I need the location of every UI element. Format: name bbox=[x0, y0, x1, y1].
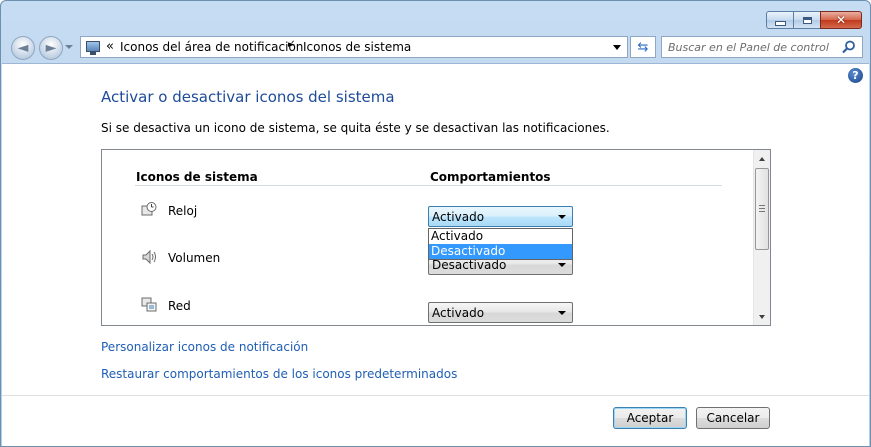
maximize-icon bbox=[802, 16, 812, 24]
chevron-down-icon bbox=[558, 263, 566, 267]
footer-divider bbox=[2, 395, 869, 396]
header-divider bbox=[135, 185, 722, 186]
grip-icon bbox=[759, 205, 765, 212]
restore-default-behaviors-link[interactable]: Restaurar comportamientos de los iconos … bbox=[101, 367, 457, 381]
maximize-button[interactable] bbox=[793, 11, 821, 29]
forward-arrow-icon: ► bbox=[45, 40, 57, 56]
refresh-button[interactable]: ⇆ bbox=[630, 36, 656, 58]
dropdown-option-desactivado[interactable]: Desactivado bbox=[429, 244, 572, 259]
address-dropdown-icon[interactable] bbox=[613, 45, 621, 50]
scroll-down-button[interactable] bbox=[754, 308, 770, 325]
row-label-volume: Volumen bbox=[168, 251, 221, 265]
title-bar: ✕ bbox=[1, 1, 870, 33]
minimize-icon bbox=[774, 20, 786, 26]
recent-pages-dropdown-icon[interactable] bbox=[65, 45, 73, 49]
row-label-clock: Reloj bbox=[168, 204, 198, 218]
search-box[interactable] bbox=[661, 36, 863, 58]
control-panel-window: ✕ ◄ ► « Iconos del área de notificación … bbox=[0, 0, 871, 447]
chevron-down-icon bbox=[558, 215, 566, 219]
content-area: ? Activar o desactivar iconos del sistem… bbox=[2, 63, 869, 446]
speaker-icon bbox=[142, 249, 156, 265]
clock-behavior-select[interactable]: Activado bbox=[428, 206, 573, 227]
network-icon bbox=[141, 297, 157, 312]
page-title: Activar o desactivar iconos del sistema bbox=[101, 88, 395, 106]
address-bar[interactable]: « Iconos del área de notificación ► Icon… bbox=[80, 36, 628, 58]
dropdown-option-activado[interactable]: Activado bbox=[429, 229, 572, 244]
search-icon[interactable] bbox=[842, 40, 856, 54]
close-icon: ✕ bbox=[835, 13, 847, 27]
vertical-scrollbar[interactable] bbox=[753, 150, 770, 325]
system-icons-panel: Iconos de sistema Comportamientos Reloj … bbox=[101, 149, 771, 326]
help-icon[interactable]: ? bbox=[848, 68, 863, 83]
address-overflow-chevron[interactable]: « bbox=[106, 39, 114, 54]
back-arrow-icon: ◄ bbox=[17, 40, 29, 56]
ok-button[interactable]: Aceptar bbox=[613, 407, 687, 429]
clock-icon bbox=[141, 202, 157, 216]
column-header-behaviors: Comportamientos bbox=[430, 170, 551, 184]
behavior-dropdown-list[interactable]: Activado Desactivado bbox=[428, 228, 573, 260]
breadcrumb-system-icons[interactable]: Iconos de sistema bbox=[303, 40, 411, 54]
search-input[interactable] bbox=[668, 39, 838, 55]
refresh-icon: ⇆ bbox=[637, 39, 649, 55]
network-behavior-select[interactable]: Activado bbox=[428, 302, 573, 323]
scroll-up-button[interactable] bbox=[754, 150, 770, 167]
minimize-button[interactable] bbox=[766, 11, 794, 29]
cancel-button[interactable]: Cancelar bbox=[696, 407, 770, 429]
breadcrumb-separator[interactable]: ► bbox=[288, 40, 295, 50]
arrow-down-icon bbox=[759, 314, 765, 319]
page-description: Si se desactiva un icono de sistema, se … bbox=[101, 121, 610, 135]
scroll-thumb[interactable] bbox=[755, 168, 769, 250]
row-label-network: Red bbox=[168, 299, 191, 313]
column-header-system-icons: Iconos de sistema bbox=[136, 170, 258, 184]
customize-notification-icons-link[interactable]: Personalizar iconos de notificación bbox=[101, 340, 308, 354]
close-button[interactable]: ✕ bbox=[820, 11, 862, 29]
forward-button[interactable]: ► bbox=[39, 36, 63, 60]
back-button[interactable]: ◄ bbox=[11, 36, 35, 60]
arrow-up-icon bbox=[759, 156, 765, 161]
chevron-down-icon bbox=[558, 311, 566, 315]
control-panel-icon bbox=[86, 41, 100, 55]
breadcrumb-notification-icons[interactable]: Iconos del área de notificación bbox=[120, 40, 303, 54]
